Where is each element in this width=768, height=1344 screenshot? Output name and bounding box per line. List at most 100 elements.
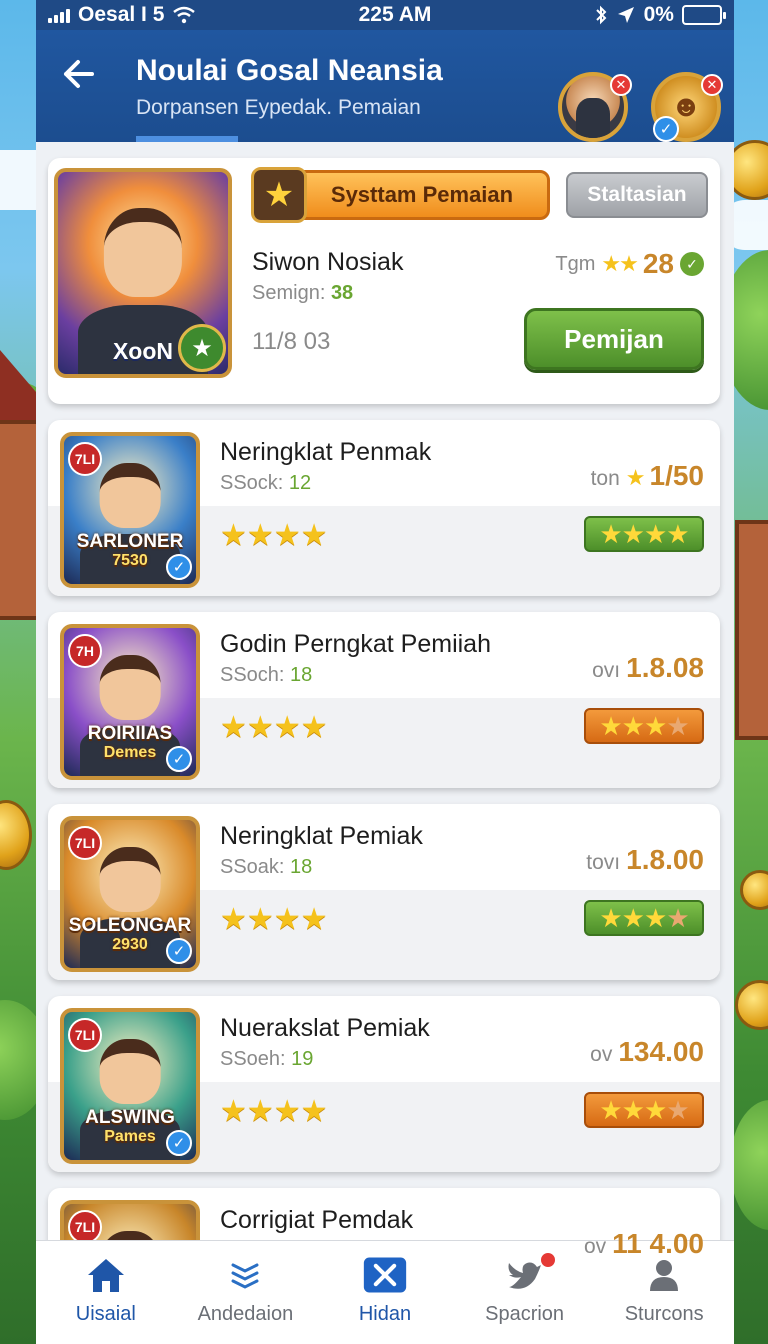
- thumb-title-text: ALSWING: [85, 1106, 175, 1128]
- arrow-left-icon: [64, 60, 94, 88]
- game-thumbnail: 7LI SARLONER 7530 ✓: [60, 432, 200, 588]
- item-meta-value: 18: [290, 664, 313, 686]
- featured-score: Tgm ★★ 28 ✓: [555, 248, 704, 280]
- item-meta-value: 12: [288, 472, 312, 494]
- close-badge-icon: ✕: [610, 74, 632, 96]
- item-name: Godin Perngkat Pemiiah: [220, 630, 491, 658]
- item-score-prefix: ovı: [592, 659, 621, 682]
- play-button-label: Pemijan: [564, 323, 664, 354]
- item-score-value: 11 4.00: [612, 1228, 704, 1259]
- item-name: Neringklat Penmak: [220, 438, 432, 466]
- home-icon: [83, 1255, 129, 1295]
- verified-icon: ✓: [166, 938, 192, 964]
- thumb-title-text: ROIRIIAS: [87, 722, 173, 744]
- item-name: Corrigiat Pemdak: [220, 1206, 414, 1234]
- star-rating: ★★★★: [220, 711, 328, 744]
- featured-score-label: Tgm: [555, 252, 596, 275]
- item-score-value: 1/50: [649, 460, 705, 491]
- user-icon: [641, 1255, 687, 1295]
- list-item[interactable]: 7H ROIRIIAS Demes ✓ Godin Perngkat Pemii…: [48, 612, 720, 788]
- list-item[interactable]: 7LI SARLONER 7530 ✓ Neringklat Penmak SS…: [48, 420, 720, 596]
- item-meta: SSock: 12: [220, 472, 311, 495]
- item-score: ov 11 4.00: [584, 1228, 704, 1260]
- item-meta-value: 19: [291, 1048, 314, 1070]
- notification-badge-icon: ✕: [701, 74, 723, 96]
- item-name: Neringklat Pemiak: [220, 822, 423, 850]
- featured-score-value: 28: [642, 248, 674, 279]
- tab-activity-label: Andedaion: [197, 1303, 294, 1325]
- item-score: tovı 1.8.00: [586, 844, 704, 876]
- verified-icon: ✓: [166, 1130, 192, 1156]
- item-score-prefix: ton: [590, 467, 620, 490]
- item-meta-label: SSoak:: [220, 856, 285, 878]
- star-rating: ★★★★: [220, 903, 328, 936]
- item-meta: SSoak: 18: [220, 856, 312, 879]
- rating-badge: ★★★★: [584, 708, 704, 744]
- level-badge: 7LI: [68, 826, 102, 860]
- play-button[interactable]: Pemijan: [524, 308, 704, 370]
- system-tag-label: Systtam Pemaian: [330, 182, 514, 207]
- rating-badge: ★★★★: [584, 900, 704, 936]
- tab-hidden-label: Hidan: [358, 1303, 412, 1325]
- item-score: ov 134.00: [590, 1036, 704, 1068]
- item-score-prefix: ov: [583, 1235, 607, 1258]
- notification-dot: [538, 1251, 557, 1269]
- item-meta-label: SSock:: [220, 472, 284, 494]
- star-badge-icon: ★: [178, 324, 226, 372]
- wifi-icon: [173, 6, 196, 24]
- item-meta-label: SSoch:: [220, 664, 285, 686]
- item-score-prefix: tovı: [586, 851, 621, 874]
- clock: 225 AM: [358, 3, 432, 26]
- close-square-icon: [362, 1255, 408, 1295]
- app-screen: Oesal I 5 225 AM 0% Noulai Gosal Neansia…: [36, 0, 734, 1344]
- check-icon: ✓: [680, 252, 704, 276]
- status-bar: Oesal I 5 225 AM 0%: [36, 0, 734, 30]
- star-rating: ★★★★: [220, 519, 328, 552]
- back-button[interactable]: [56, 52, 100, 96]
- tab-activity[interactable]: Andedaion: [176, 1241, 316, 1344]
- item-name: Nuerakslat Pemiak: [220, 1014, 430, 1042]
- item-meta: SSoch: 18: [220, 664, 312, 687]
- level-badge: 7H: [68, 634, 102, 668]
- item-score-prefix: ov: [590, 1043, 613, 1066]
- list-item[interactable]: 7LI SOLEONGAR 2930 ✓ Neringklat Pemiak S…: [48, 804, 720, 980]
- status-tag-button[interactable]: Staltasian: [566, 172, 708, 218]
- tab-hidden[interactable]: Hidan: [315, 1241, 455, 1344]
- featured-date: 11/8 03: [252, 328, 331, 355]
- level-badge: 7LI: [68, 1018, 102, 1052]
- list-item[interactable]: 7LI ALSWING Pames ✓ Nuerakslat Pemiak SS…: [48, 996, 720, 1172]
- layers-icon: [222, 1255, 268, 1295]
- tab-home-label: Uisaial: [75, 1303, 136, 1325]
- item-score: ton ★ 1/50: [591, 460, 704, 492]
- level-badge: 7LI: [68, 442, 102, 476]
- item-score-value: 1.8.00: [626, 844, 704, 875]
- verified-icon: ✓: [166, 554, 192, 580]
- featured-meta-label: Semign:: [252, 282, 326, 304]
- system-tag-button[interactable]: ★ Systtam Pemaian: [251, 167, 550, 223]
- battery-icon: [681, 5, 726, 25]
- tab-social-label: Spacrion: [485, 1303, 565, 1325]
- star-icon: ★: [625, 465, 646, 490]
- tab-profile-label: Sturcons: [624, 1303, 704, 1325]
- item-meta-value: 18: [290, 856, 313, 878]
- stars-icon: ★★: [601, 251, 638, 276]
- verified-icon: ✓: [653, 116, 679, 142]
- item-score-value: 134.00: [618, 1036, 704, 1067]
- level-badge: 7LI: [68, 1210, 102, 1244]
- app-header: Noulai Gosal Neansia Dorpansen Eypedak. …: [36, 30, 734, 142]
- game-thumbnail: 7H ROIRIIAS Demes ✓: [60, 624, 200, 780]
- location-icon: [617, 7, 634, 23]
- game-thumbnail: 7LI ALSWING Pames ✓: [60, 1008, 200, 1164]
- tab-social[interactable]: Spacrion: [455, 1241, 595, 1344]
- signal-icon: [48, 7, 70, 23]
- item-meta: SSoeh: 19: [220, 1048, 313, 1071]
- star-icon: ★: [251, 167, 307, 223]
- game-list: XooN ★ ★ Systtam Pemaian Staltasian Siwo…: [48, 158, 720, 1344]
- status-tag-label: Staltasian: [587, 183, 687, 206]
- item-score-value: 1.8.08: [626, 652, 704, 683]
- featured-card[interactable]: XooN ★ ★ Systtam Pemaian Staltasian Siwo…: [48, 158, 720, 404]
- thumb-title-text: SOLEONGAR: [68, 914, 192, 936]
- featured-meta-value: 38: [330, 282, 354, 304]
- featured-name: Siwon Nosiak: [252, 248, 404, 276]
- tab-home[interactable]: Uisaial: [36, 1241, 176, 1344]
